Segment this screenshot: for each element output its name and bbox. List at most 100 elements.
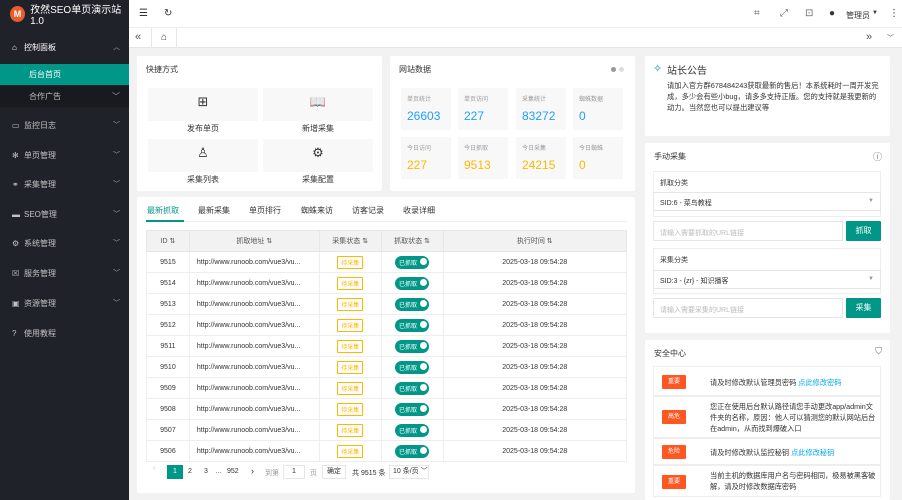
menu-toggle-icon[interactable]: ☰ <box>139 8 148 19</box>
crawled-toggle[interactable]: 已抓取 <box>395 381 430 395</box>
table-row[interactable]: 9509 http://www.runoob.com/vue3/vu... 待采集 已… <box>146 377 627 399</box>
crawled-toggle[interactable]: 已抓取 <box>395 444 430 458</box>
crawl-button[interactable]: 抓取 <box>846 221 881 241</box>
tab-latest-collect[interactable]: 最新采集 <box>198 205 230 216</box>
tab-latest-crawl[interactable]: 最新抓取 <box>147 205 179 216</box>
goto-confirm-button[interactable]: 确定 <box>322 465 346 479</box>
stat-label: 单页访问 <box>464 97 489 103</box>
table-row[interactable]: 9512 http://www.runoob.com/vue3/vu... 待采集 已… <box>146 314 627 336</box>
more-icon[interactable]: ⋮ <box>889 8 899 19</box>
shortcut-label[interactable]: 采集配置 <box>263 174 373 185</box>
security-text: 您正在使用后台默认路径请您手动更改app/admin文件夹的名称，原因：他人可以… <box>710 402 876 433</box>
sidebar-item-resources[interactable]: ▣ 资源管理 ﹀ <box>0 292 129 314</box>
cell-url[interactable]: http://www.runoob.com/vue3/vu... <box>188 314 320 336</box>
fullscreen-icon[interactable]: ⤢ <box>780 8 788 19</box>
crawled-toggle[interactable]: 已抓取 <box>395 276 430 290</box>
cell-url[interactable]: http://www.runoob.com/vue3/vu... <box>188 356 320 378</box>
collect-url-input[interactable]: 请输入需要采集的URL链接 <box>653 298 843 318</box>
cell-url[interactable]: http://www.runoob.com/vue3/vu... <box>188 293 320 315</box>
security-item: 重要 当前主机的数据库用户名与密码相同，极易被黑客破解，请及时修改数据库密码 <box>653 465 881 497</box>
sidebar-item-help[interactable]: ? 使用教程 <box>0 322 129 344</box>
table-row[interactable]: 9508 http://www.runoob.com/vue3/vu... 待采集 已… <box>146 398 627 420</box>
sidebar-item-dashboard[interactable]: ⌂ 控制面板 ︿ <box>0 36 129 58</box>
table-row[interactable]: 9515 http://www.runoob.com/vue3/vu... 待采集 已… <box>146 251 627 273</box>
sidebar-item-collect[interactable]: ⚭ 采集管理 ﹀ <box>0 173 129 195</box>
crawled-toggle[interactable]: 已抓取 <box>395 402 430 416</box>
crawled-toggle[interactable]: 已抓取 <box>395 423 430 437</box>
shortcut-label[interactable]: 采集列表 <box>148 174 258 185</box>
prev-page-icon[interactable]: ‹ <box>153 465 155 472</box>
column-header-collect-status[interactable]: 采集状态 ⇅ <box>318 230 382 252</box>
tab-spider-visits[interactable]: 蜘蛛来访 <box>301 205 333 216</box>
info-icon[interactable]: ⓘ <box>873 150 882 163</box>
column-header-url[interactable]: 抓取地址 ⇅ <box>188 230 320 252</box>
change-key-link[interactable]: 点此修改秘钥 <box>791 448 834 457</box>
page-number-input[interactable]: 1 <box>283 465 305 479</box>
sidebar-item-seo[interactable]: ▬ SEO管理 ﹀ <box>0 203 129 225</box>
collect-category-select[interactable]: SID:3 - {zr} - 知识播客 ▼ <box>653 270 881 289</box>
sidebar-item-monitor[interactable]: ▭ 监控日志 ﹀ <box>0 114 129 136</box>
tab-index-detail[interactable]: 收录详细 <box>403 205 435 216</box>
crawled-toggle[interactable]: 已抓取 <box>395 360 430 374</box>
shortcut-label[interactable]: 新增采集 <box>263 123 373 134</box>
table-row[interactable]: 9510 http://www.runoob.com/vue3/vu... 待采集 已… <box>146 356 627 378</box>
cell-url[interactable]: http://www.runoob.com/vue3/vu... <box>188 251 320 273</box>
tab-menu-chevron-icon[interactable]: ﹀ <box>887 33 894 43</box>
collect-button[interactable]: 采集 <box>846 298 881 318</box>
carousel-dot-active[interactable] <box>611 67 616 72</box>
crawl-category-select[interactable]: SID:6 - 菜鸟教程 ▼ <box>653 192 881 211</box>
security-tag: 危险 <box>662 445 687 459</box>
cell-url[interactable]: http://www.runoob.com/vue3/vu... <box>188 398 320 420</box>
crawled-toggle[interactable]: 已抓取 <box>395 297 430 311</box>
sidebar-subitem-ads[interactable]: 合作广告 ﹀ <box>0 86 129 107</box>
pending-badge: 待采集 <box>337 318 364 332</box>
sidebar-item-pages[interactable]: ✻ 单页管理 ﹀ <box>0 144 129 166</box>
sidebar-item-system[interactable]: ⚙ 系统管理 ﹀ <box>0 232 129 254</box>
sidebar-subitem-home[interactable]: 后台首页 <box>0 64 129 85</box>
crawl-url-input[interactable]: 请输入需要抓取的URL链接 <box>653 221 843 241</box>
scroll-right-icon[interactable]: » <box>866 31 872 43</box>
scroll-left-icon[interactable]: « <box>135 31 141 43</box>
page-button-last[interactable]: 952 <box>227 468 239 475</box>
page-size-select[interactable]: 10 条/页 ﹀ <box>389 465 429 479</box>
avatar[interactable]: ● <box>829 8 835 19</box>
cell-collect-status: 待采集 <box>318 377 382 399</box>
carousel-dot[interactable] <box>619 67 624 72</box>
table-row[interactable]: 9511 http://www.runoob.com/vue3/vu... 待采集 已… <box>146 335 627 357</box>
cell-url[interactable]: http://www.runoob.com/vue3/vu... <box>188 272 320 294</box>
page-button-2[interactable]: 2 <box>188 468 192 475</box>
crawled-toggle[interactable]: 已抓取 <box>395 255 430 269</box>
cell-url[interactable]: http://www.runoob.com/vue3/vu... <box>188 440 320 462</box>
cell-url[interactable]: http://www.runoob.com/vue3/vu... <box>188 419 320 441</box>
pending-badge: 待采集 <box>337 339 364 353</box>
column-header-crawl-status[interactable]: 抓取状态 ⇅ <box>380 230 444 252</box>
refresh-icon[interactable]: ↻ <box>164 8 172 19</box>
page-button-3[interactable]: 3 <box>204 468 208 475</box>
cell-url[interactable]: http://www.runoob.com/vue3/vu... <box>188 377 320 399</box>
cell-time: 2025-03-18 09:54:28 <box>442 251 627 273</box>
table-row[interactable]: 9506 http://www.runoob.com/vue3/vu... 待采集 已… <box>146 440 627 462</box>
crawled-toggle[interactable]: 已抓取 <box>395 339 430 353</box>
sidebar-item-service[interactable]: ☒ 服务管理 ﹀ <box>0 262 129 284</box>
tab-visitor-log[interactable]: 访客记录 <box>352 205 384 216</box>
tag-icon[interactable]: ⌗ <box>754 8 760 19</box>
column-header-time[interactable]: 执行时间 ⇅ <box>442 230 627 252</box>
table-row[interactable]: 9513 http://www.runoob.com/vue3/vu... 待采集 已… <box>146 293 627 315</box>
table-row[interactable]: 9514 http://www.runoob.com/vue3/vu... 待采集 已… <box>146 272 627 294</box>
home-tab-icon[interactable]: ⌂ <box>151 28 177 48</box>
site-data-title: 网站数据 <box>399 65 431 74</box>
change-password-link[interactable]: 点此修改密码 <box>798 378 841 387</box>
page-button-1[interactable]: 1 <box>167 465 183 479</box>
lock-icon[interactable]: ⊡ <box>805 8 813 19</box>
shortcut-label[interactable]: 发布单页 <box>148 123 258 134</box>
user-name[interactable]: 管理员 <box>846 10 870 21</box>
next-page-icon[interactable]: › <box>251 466 254 476</box>
cell-crawl-status: 已抓取 <box>380 272 444 294</box>
crawled-toggle[interactable]: 已抓取 <box>395 318 430 332</box>
notice-text: 请加入官方群678484243获取最新的售后！本系统耗时一周开发完成，多少会有些… <box>667 81 879 112</box>
cell-crawl-status: 已抓取 <box>380 251 444 273</box>
table-row[interactable]: 9507 http://www.runoob.com/vue3/vu... 待采集 已… <box>146 419 627 441</box>
column-header-id[interactable]: ID ⇅ <box>146 230 190 252</box>
tab-page-ranking[interactable]: 单页排行 <box>249 205 281 216</box>
cell-url[interactable]: http://www.runoob.com/vue3/vu... <box>188 335 320 357</box>
